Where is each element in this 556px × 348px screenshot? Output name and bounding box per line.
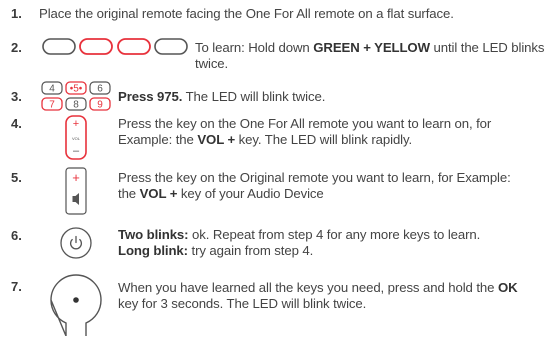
step-text-bold: GREEN + YELLOW <box>313 40 430 55</box>
step-text: Press the key on the Original remote you… <box>118 170 528 202</box>
step-number: 1. <box>11 6 22 21</box>
color-keys-icon <box>42 38 188 55</box>
keypad-key-label: 9 <box>97 100 103 111</box>
step-text-bold: Press 975. <box>118 89 183 104</box>
step-text: To learn: Hold down GREEN + YELLOW until… <box>195 40 545 72</box>
step-text: Place the original remote facing the One… <box>39 6 454 21</box>
step-number: 5. <box>11 170 22 185</box>
step-text-bold: Long blink: <box>118 243 188 258</box>
power-key-icon <box>60 227 92 259</box>
step-text-part: To learn: Hold down <box>195 40 314 55</box>
ok-key-icon <box>50 274 102 336</box>
step-number: 7. <box>11 279 22 294</box>
keypad-key-label: 4 <box>49 84 55 95</box>
number-keypad-icon: 4 •5• 6 7 8 9 <box>41 81 111 111</box>
step-number: 2. <box>11 40 22 55</box>
step-text-bold: Two blinks: <box>118 227 189 242</box>
step-number: 3. <box>11 89 22 104</box>
step-text-part: The LED will blink twice. <box>182 89 326 104</box>
step-text-bold: VOL + <box>139 186 178 201</box>
keypad-key-label: •5• <box>70 84 83 95</box>
step-text-bold: VOL + <box>197 132 236 147</box>
keypad-key-label: 8 <box>73 100 79 111</box>
step-text-part: key. The LED will blink rapidly. <box>235 132 413 147</box>
keypad-key-label: 7 <box>49 100 55 111</box>
step-text-part: ok. Repeat from step 4 for any more keys… <box>188 227 481 242</box>
volume-plus-label: + <box>72 170 80 185</box>
step-text-part: key for 3 seconds. The LED will blink tw… <box>118 296 367 311</box>
step-text: Press 975. The LED will blink twice. <box>118 89 548 105</box>
step-text: Press the key on the One For All remote … <box>118 116 528 148</box>
volume-label: VOL <box>72 136 81 141</box>
volume-speaker-key-icon: + <box>65 167 87 215</box>
volume-minus-label: – <box>73 145 80 157</box>
keypad-key-label: 6 <box>97 84 103 95</box>
volume-rocker-icon: + VOL – <box>65 115 87 160</box>
ok-dot <box>73 297 79 303</box>
step-number: 6. <box>11 228 22 243</box>
step-text: When you have learned all the keys you n… <box>118 280 538 312</box>
step-text: Two blinks: ok. Repeat from step 4 for a… <box>118 227 548 259</box>
step-text-part: try again from step 4. <box>187 243 314 258</box>
step-text-bold: OK <box>497 280 518 295</box>
step-text-part: When you have learned all the keys you n… <box>118 280 498 295</box>
step-text-part: key of your Audio Device <box>177 186 324 201</box>
volume-plus-label: + <box>73 118 79 130</box>
step-number: 4. <box>11 116 22 131</box>
